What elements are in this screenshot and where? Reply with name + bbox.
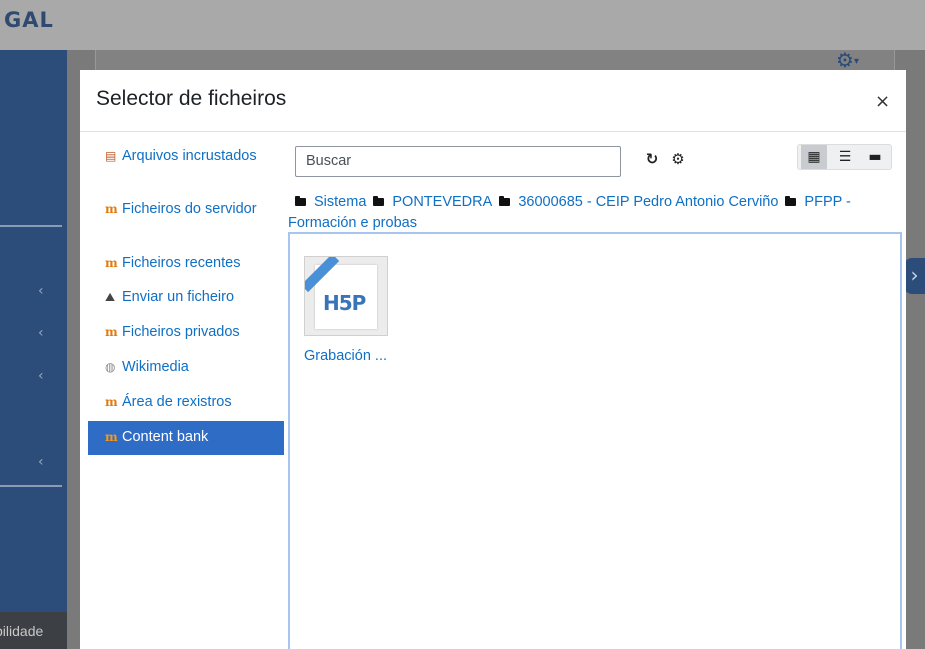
nav-item-embedded-files[interactable]: ▤ Arquivos incrustados	[88, 140, 284, 192]
moodle-icon: m	[105, 395, 118, 409]
settings-icon[interactable]: ⚙	[665, 146, 691, 172]
folder-icon	[785, 195, 797, 206]
site-logo: GAL	[4, 8, 54, 32]
folder-icon	[295, 195, 306, 206]
breadcrumb-item[interactable]: 36000685 - CEIP Pedro Antonio Cerviño	[518, 194, 778, 210]
dialog-title: Selector de ficheiros	[96, 87, 287, 110]
document-icon: ▤	[105, 149, 117, 163]
moodle-icon: m	[105, 325, 118, 339]
breadcrumb: Sistema PONTEVEDRA 36000685 - CEIP Pedro A…	[288, 192, 888, 234]
refresh-icon[interactable]: ↻	[639, 146, 665, 172]
grid-view-icon[interactable]: ▦	[801, 145, 827, 169]
nav-item-label: Ficheiros do servidor	[122, 201, 257, 217]
nav-item-content-area[interactable]: m Área de rexistros	[88, 383, 284, 418]
nav-item-label: Arquivos incrustados	[122, 148, 257, 164]
nav-item-private-files[interactable]: m Ficheiros privados	[88, 313, 284, 348]
moodle-icon: m	[105, 202, 118, 216]
list-view-icon[interactable]: ☰	[832, 145, 858, 169]
nav-item-recent-files[interactable]: m Ficheiros recentes	[88, 244, 284, 278]
nav-item-content-bank[interactable]: m Content bank	[88, 421, 284, 455]
chevron-left-icon[interactable]: ‹	[38, 325, 44, 341]
nav-item-label: Content bank	[122, 429, 209, 445]
moodle-icon: m	[105, 256, 118, 270]
nav-item-label: Enviar un ficheiro	[122, 289, 235, 305]
gear-icon[interactable]: ⚙▾	[836, 48, 859, 72]
wikimedia-icon: ◍	[105, 360, 116, 374]
nav-item-label: Área de rexistros	[122, 394, 232, 410]
nav-item-label: Wikimedia	[122, 359, 189, 375]
nav-item-wikimedia[interactable]: ◍ Wikimedia	[88, 348, 284, 383]
chevron-left-icon[interactable]: ‹	[38, 368, 44, 384]
folder-icon	[499, 195, 511, 206]
file-list: H5P Grabación ...	[288, 232, 902, 649]
h5p-thumbnail: H5P	[304, 256, 388, 336]
file-item[interactable]: H5P Grabación ...	[304, 256, 414, 364]
file-picker-dialog: Selector de ficheiros × ▤ Arquivos incrus…	[80, 70, 906, 649]
repository-nav: ▤ Arquivos incrustados m Ficheiros do serv…	[88, 140, 284, 455]
folder-view-icon[interactable]: ▬	[862, 145, 888, 169]
breadcrumb-item[interactable]: PONTEVEDRA	[392, 194, 492, 210]
file-name: Grabación ...	[304, 348, 388, 364]
nav-item-label: Ficheiros recentes	[122, 255, 241, 271]
nav-item-server-files[interactable]: m Ficheiros do servidor	[88, 192, 284, 244]
chevron-left-icon[interactable]: ‹	[38, 283, 44, 299]
folder-icon	[373, 195, 385, 206]
search-input[interactable]: Buscar	[295, 146, 621, 177]
right-drawer-toggle[interactable]: ›	[904, 258, 925, 294]
left-drawer: ‹ ‹ ‹ ‹	[0, 50, 67, 649]
chevron-left-icon[interactable]: ‹	[38, 454, 44, 470]
dialog-header: Selector de ficheiros ×	[80, 70, 906, 132]
breadcrumb-item[interactable]: Sistema	[314, 194, 366, 210]
upload-icon: ⛰	[105, 290, 116, 304]
accessibility-footer: bilidade	[0, 612, 67, 649]
drawer-divider	[0, 485, 62, 487]
nav-item-label: Ficheiros privados	[122, 324, 240, 340]
drawer-divider	[0, 225, 62, 227]
nav-item-upload-file[interactable]: ⛰ Enviar un ficheiro	[88, 278, 284, 313]
h5p-logo: H5P	[323, 291, 366, 315]
close-button[interactable]: ×	[875, 91, 890, 112]
page-header-background: GAL	[0, 0, 925, 50]
moodle-icon: m	[105, 430, 118, 444]
view-mode-toggle: ▦ ☰ ▬	[797, 144, 892, 170]
